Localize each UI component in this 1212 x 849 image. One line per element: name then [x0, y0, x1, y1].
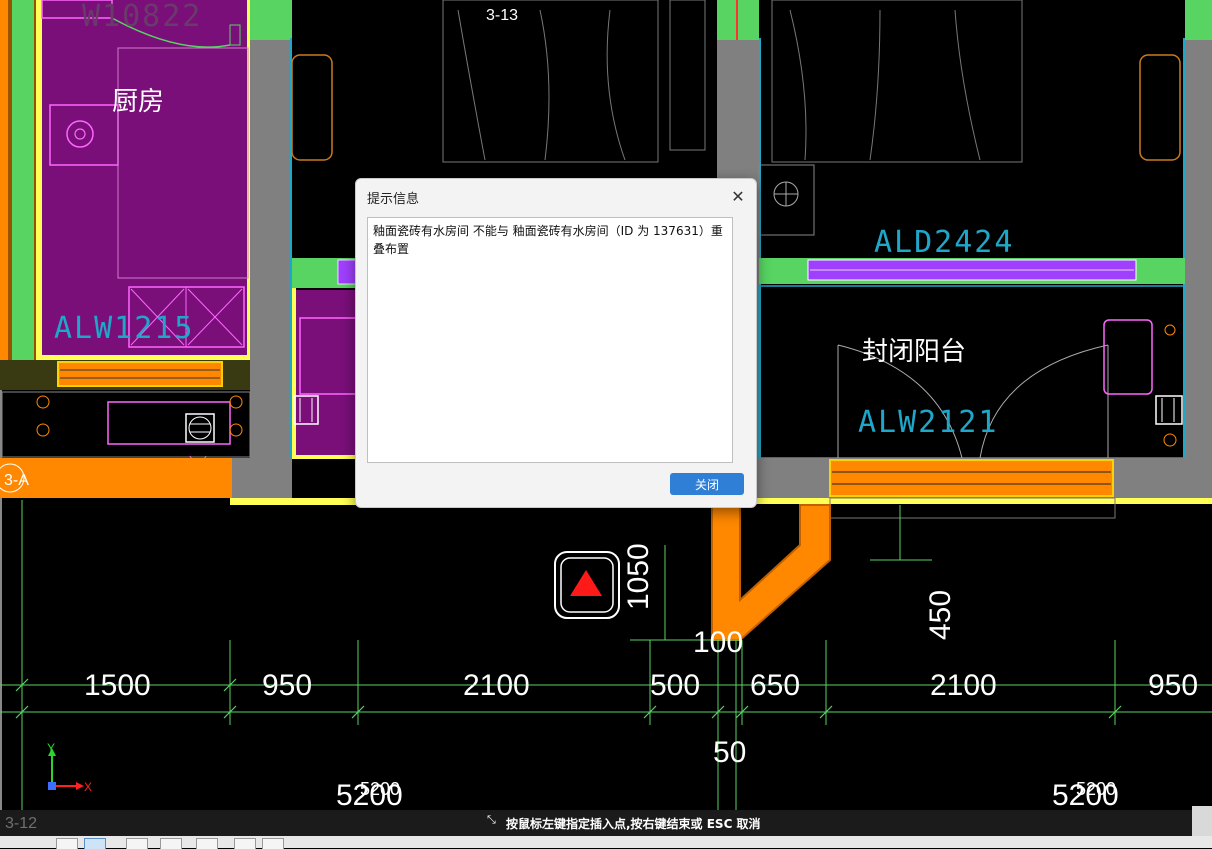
insert-point-icon: ⤡	[487, 813, 496, 826]
top-window-tag: W10822	[82, 0, 202, 34]
dialog-message: 釉面瓷砖有水房间 不能与 釉面瓷砖有水房间（ID 为 137631）重叠布置	[367, 217, 733, 463]
scroll-corner	[1192, 806, 1212, 836]
svg-text:X: X	[84, 780, 92, 794]
dim-total-left-overlay: 5200	[360, 779, 400, 799]
kitchen-room-fill	[42, 0, 247, 355]
svg-text:Y: Y	[47, 741, 55, 755]
dim-1500: 1500	[84, 669, 151, 702]
tool-grid[interactable]	[84, 838, 106, 849]
dim-2100-right: 2100	[930, 669, 997, 702]
dim-100: 100	[693, 626, 743, 659]
dim-500: 500	[650, 669, 700, 702]
axis-label-bottom-left: 3-12	[5, 815, 38, 832]
axis-label-left: 3-A	[4, 472, 29, 489]
tool-snap[interactable]	[56, 838, 78, 849]
tool-ortho[interactable]	[126, 838, 148, 849]
close-button[interactable]: 关闭	[670, 473, 744, 495]
message-dialog: 提示信息 ✕ 釉面瓷砖有水房间 不能与 釉面瓷砖有水房间（ID 为 137631…	[355, 178, 757, 508]
dim-1050: 1050	[622, 543, 655, 610]
door-tag: ALD2424	[874, 225, 1014, 260]
dialog-title: 提示信息	[367, 192, 420, 207]
tool-otrack[interactable]	[234, 838, 256, 849]
kitchen-window-tag: ALW1215	[54, 311, 194, 346]
command-prompt: 按鼠标左键指定插入点,按右键结束或 ESC 取消	[506, 817, 761, 831]
ucs-icon: Y X	[47, 741, 92, 794]
dim-total-right-overlay: 5200	[1076, 779, 1116, 799]
dim-950-left: 950	[262, 669, 312, 702]
close-icon[interactable]: ✕	[728, 187, 748, 207]
dim-650: 650	[750, 669, 800, 702]
kitchen-label: 厨房	[112, 87, 164, 117]
balcony-label: 封闭阳台	[862, 337, 966, 367]
dim-450: 450	[924, 590, 957, 640]
tool-osnap[interactable]	[196, 838, 218, 849]
dim-2100-left: 2100	[463, 669, 530, 702]
balcony-window-tag: ALW2121	[858, 405, 998, 440]
tool-polar[interactable]	[160, 838, 182, 849]
tool-lineweight[interactable]	[262, 838, 284, 849]
dim-950-right: 950	[1148, 669, 1198, 702]
axis-label-top: 3-13	[486, 7, 518, 24]
dim-50: 50	[713, 736, 746, 769]
